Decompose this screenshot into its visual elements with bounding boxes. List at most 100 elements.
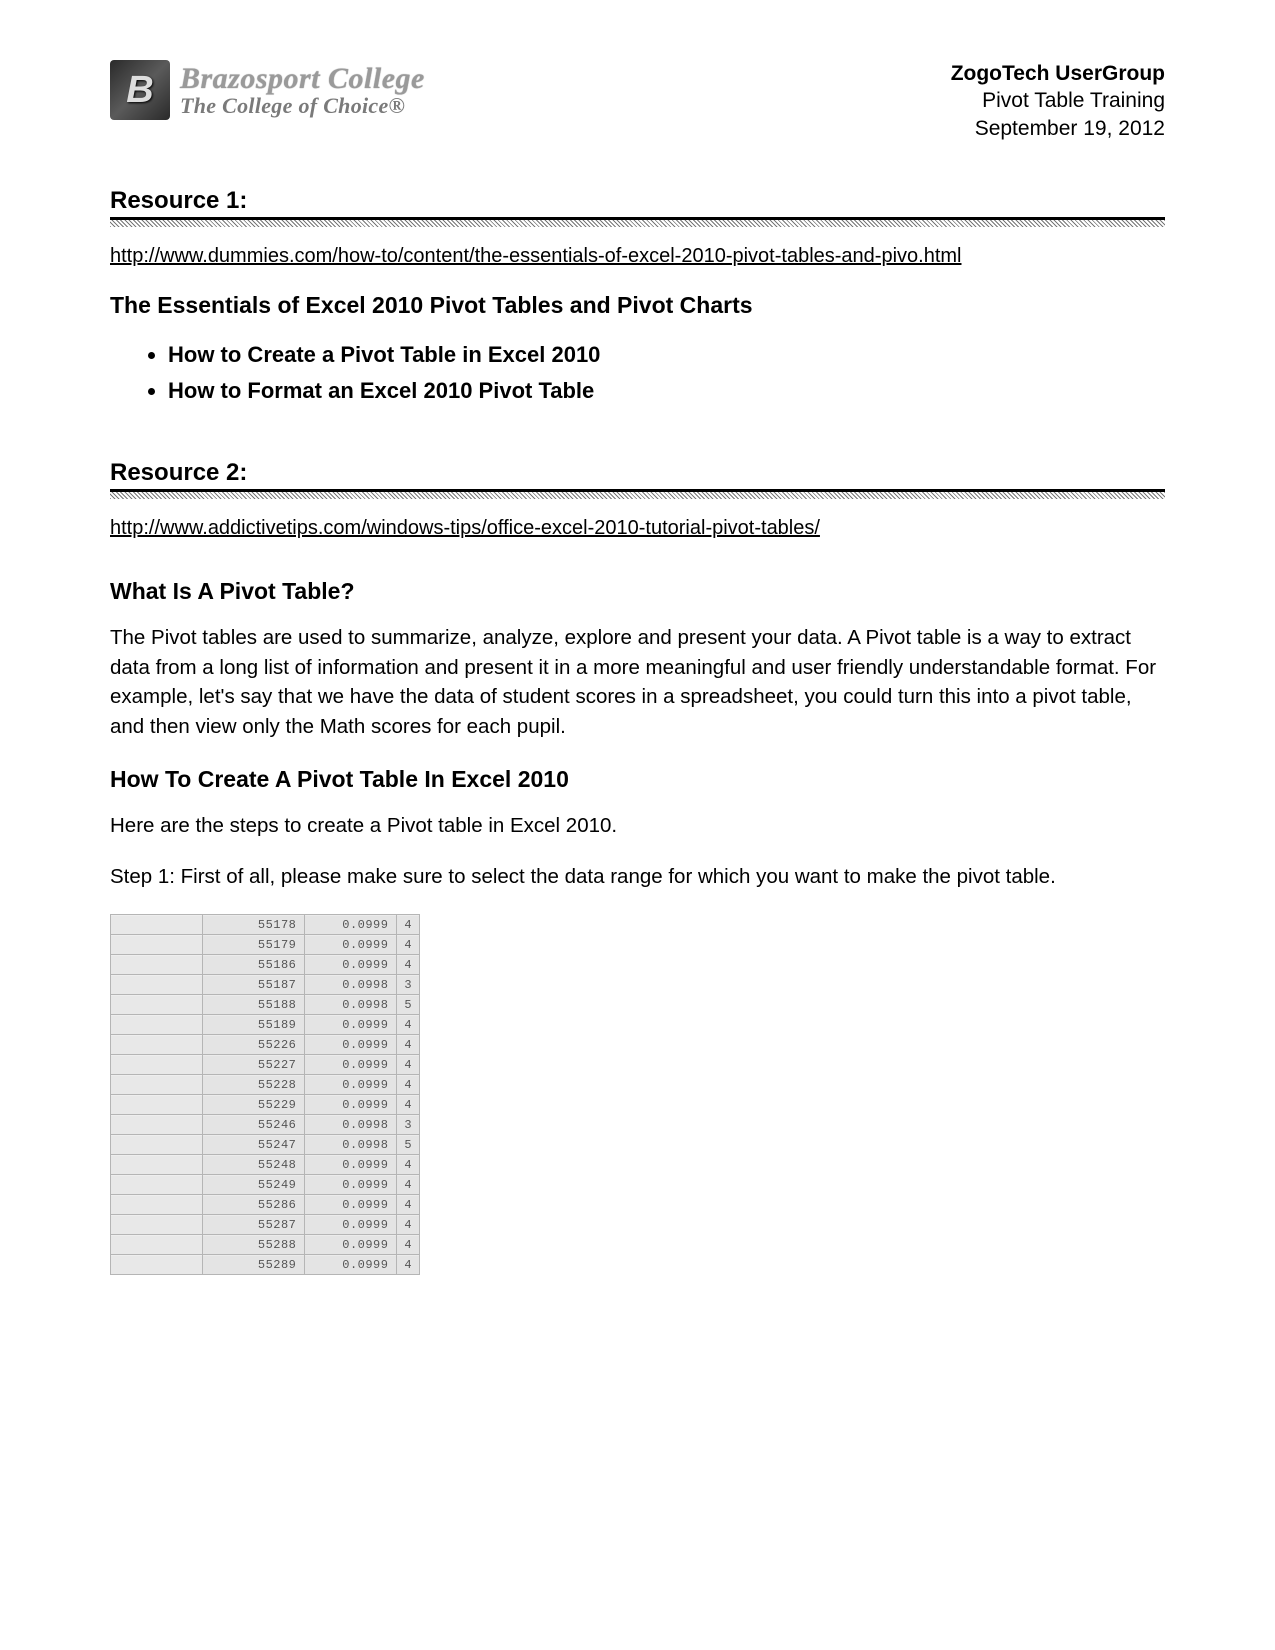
table-cell: 3 [397,1115,420,1135]
table-cell [111,1155,203,1175]
resource1-heading: Resource 1: [110,187,1165,215]
table-row: 551780.09994 [111,915,420,935]
table-cell: 0.0999 [305,935,397,955]
what-is-body: The Pivot tables are used to summarize, … [110,623,1165,742]
step1-text: Step 1: First of all, please make sure t… [110,862,1165,892]
table-row: 551870.09983 [111,975,420,995]
table-cell: 55288 [203,1235,305,1255]
table-row: 552470.09985 [111,1135,420,1155]
table-cell [111,1195,203,1215]
table-cell: 55228 [203,1075,305,1095]
resource1-bullets: How to Create a Pivot Table in Excel 201… [168,337,1165,409]
table-cell [111,1075,203,1095]
table-cell [111,1095,203,1115]
table-cell: 0.0999 [305,955,397,975]
table-cell: 4 [397,1255,420,1275]
table-cell: 4 [397,1195,420,1215]
table-cell: 55227 [203,1055,305,1075]
table-cell: 55187 [203,975,305,995]
table-cell: 55186 [203,955,305,975]
table-cell: 0.0998 [305,1135,397,1155]
table-cell: 0.0999 [305,1075,397,1095]
table-cell: 5 [397,1135,420,1155]
table-row: 551880.09985 [111,995,420,1015]
table-cell: 0.0999 [305,1155,397,1175]
how-to-intro: Here are the steps to create a Pivot tab… [110,811,1165,841]
table-cell [111,975,203,995]
table-cell: 4 [397,915,420,935]
table-cell [111,955,203,975]
table-cell: 55189 [203,1015,305,1035]
table-cell: 55286 [203,1195,305,1215]
table-cell: 0.0999 [305,1195,397,1215]
table-row: 552280.09994 [111,1075,420,1095]
table-cell [111,1175,203,1195]
logo-subtitle: The College of Choice® [180,94,425,117]
training-title: Pivot Table Training [951,87,1165,114]
table-cell: 0.0999 [305,1095,397,1115]
table-row: 552490.09994 [111,1175,420,1195]
resource2-heading: Resource 2: [110,459,1165,487]
table-row: 552290.09994 [111,1095,420,1115]
table-cell: 0.0999 [305,1055,397,1075]
divider-icon [110,217,1165,227]
table-cell: 4 [397,1035,420,1055]
table-cell: 4 [397,1075,420,1095]
doc-meta: ZogoTech UserGroup Pivot Table Training … [951,60,1165,142]
table-cell [111,1055,203,1075]
table-cell [111,1235,203,1255]
table-row: 552460.09983 [111,1115,420,1135]
table-cell: 3 [397,975,420,995]
table-row: 552260.09994 [111,1035,420,1055]
table-cell: 4 [397,1055,420,1075]
table-cell: 0.0999 [305,1015,397,1035]
table-cell: 0.0999 [305,1235,397,1255]
table-cell: 0.0998 [305,995,397,1015]
what-is-title: What Is A Pivot Table? [110,578,1165,605]
college-logo-icon [110,60,170,120]
logo-title: Brazosport College [180,63,425,95]
table-cell: 4 [397,1175,420,1195]
table-cell [111,995,203,1015]
table-row: 551890.09994 [111,1015,420,1035]
table-cell: 4 [397,935,420,955]
table-cell: 55289 [203,1255,305,1275]
table-cell: 0.0999 [305,1175,397,1195]
table-cell: 4 [397,1015,420,1035]
table-cell: 55179 [203,935,305,955]
resource1-link[interactable]: http://www.dummies.com/how-to/content/th… [110,245,961,267]
table-row: 552270.09994 [111,1055,420,1075]
table-cell [111,1255,203,1275]
table-cell: 4 [397,1095,420,1115]
how-to-title: How To Create A Pivot Table In Excel 201… [110,766,1165,793]
resource1-title: The Essentials of Excel 2010 Pivot Table… [110,292,1165,319]
page-header: Brazosport College The College of Choice… [110,60,1165,142]
table-cell [111,915,203,935]
table-cell: 55226 [203,1035,305,1055]
table-cell: 55247 [203,1135,305,1155]
table-cell: 4 [397,1215,420,1235]
usergroup-title: ZogoTech UserGroup [951,60,1165,87]
table-cell: 4 [397,955,420,975]
table-row: 552880.09994 [111,1235,420,1255]
table-cell [111,1035,203,1055]
table-cell: 55229 [203,1095,305,1115]
table-cell: 0.0998 [305,975,397,995]
table-cell [111,1215,203,1235]
resource2-link[interactable]: http://www.addictivetips.com/windows-tip… [110,517,820,539]
table-cell: 55287 [203,1215,305,1235]
bullet-item: How to Format an Excel 2010 Pivot Table [168,373,1165,409]
table-cell [111,935,203,955]
table-cell: 55188 [203,995,305,1015]
table-cell: 0.0999 [305,915,397,935]
table-cell: 55246 [203,1115,305,1135]
table-row: 552870.09994 [111,1215,420,1235]
table-cell: 0.0999 [305,1035,397,1055]
divider-icon [110,489,1165,499]
logo-block: Brazosport College The College of Choice… [110,60,425,120]
table-cell [111,1135,203,1155]
table-row: 552890.09994 [111,1255,420,1275]
table-cell: 4 [397,1155,420,1175]
table-cell: 0.0999 [305,1255,397,1275]
sample-data-table: 551780.09994551790.09994551860.099945518… [110,914,420,1275]
